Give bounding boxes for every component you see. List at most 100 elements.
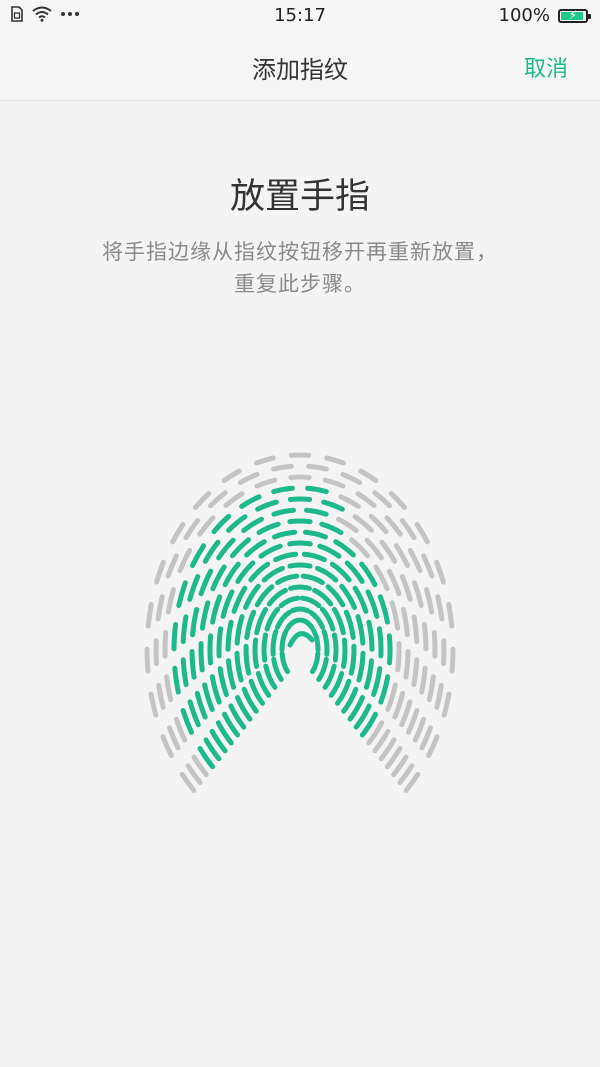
fingerprint-ridge xyxy=(419,725,433,751)
fingerprint-ridge xyxy=(165,553,179,579)
fingerprint-ridge xyxy=(287,562,313,569)
fingerprint-ridge xyxy=(145,602,154,629)
fingerprint-ridge xyxy=(252,637,259,669)
fingerprint-ridge xyxy=(341,637,348,669)
fingerprint-ridge xyxy=(385,682,398,712)
fingerprint-ridge xyxy=(237,471,260,485)
fingerprint-ridge xyxy=(434,682,444,710)
fingerprint-ridge xyxy=(285,617,302,631)
fingerprint-ridge xyxy=(148,691,159,718)
fingerprint-ridge xyxy=(254,477,278,489)
fingerprint-ridge xyxy=(190,607,200,638)
fingerprint-ridge xyxy=(271,485,295,495)
fingerprint-ridge xyxy=(389,600,401,631)
fingerprint-ridge xyxy=(302,529,328,540)
fingerprint-ridge xyxy=(343,609,356,640)
fingerprint-ridge xyxy=(366,619,375,652)
fingerprint-ridge xyxy=(183,518,201,541)
fingerprint-ridge xyxy=(322,477,346,489)
fingerprint-ridge xyxy=(441,691,452,718)
fingerprint-ridge xyxy=(162,630,169,659)
fingerprint-ridge xyxy=(272,529,298,540)
fingerprint-ridge xyxy=(244,609,257,640)
fingerprint-ridge xyxy=(164,674,174,703)
fingerprint-ridge xyxy=(254,607,269,636)
fingerprint-ridge xyxy=(255,499,279,512)
fingerprint-ridge xyxy=(403,771,421,793)
fingerprint-ridge xyxy=(298,617,315,631)
fingerprint-ridge xyxy=(419,665,428,695)
fingerprint-ridge xyxy=(171,622,179,652)
fingerprint-ridge xyxy=(270,629,279,657)
fingerprint-ridge xyxy=(426,674,436,703)
fingerprint-ridge xyxy=(426,734,440,759)
fingerprint-ridge xyxy=(399,518,417,541)
fingerprint-ridge xyxy=(363,658,374,690)
fingerprint-ridge xyxy=(241,516,264,534)
fingerprint-ridge xyxy=(202,539,221,564)
fingerprint-ridge xyxy=(356,650,366,683)
fingerprint-ridge xyxy=(198,568,214,597)
fingerprint-ridge xyxy=(332,632,339,663)
fingerprint-ridge xyxy=(160,734,174,759)
fingerprint-ridge xyxy=(355,491,377,508)
fingerprint-ridge xyxy=(144,646,151,674)
fingerprint-core xyxy=(287,631,315,648)
fingerprint-ridge xyxy=(287,540,313,547)
fingerprint-ridge xyxy=(278,595,301,609)
cancel-button[interactable]: 取消 xyxy=(524,51,568,83)
fingerprint-ridge xyxy=(301,551,327,563)
fingerprint-ridge xyxy=(393,543,410,568)
fingerprint-ridge xyxy=(154,559,166,585)
fingerprint-ridge xyxy=(400,607,410,638)
title-bar: 添加指纹 取消 xyxy=(0,32,600,101)
fingerprint-ridge xyxy=(189,649,197,680)
fingerprint-ridge xyxy=(254,455,276,466)
fingerprint-ridge xyxy=(306,463,329,472)
fingerprint-ridge xyxy=(180,614,189,645)
fingerprint-ridge xyxy=(365,589,380,619)
fingerprint-ridge xyxy=(386,568,402,597)
fingerprint-ridge xyxy=(397,763,415,785)
fingerprint-ridge xyxy=(273,551,299,563)
fingerprint-ridge xyxy=(384,515,403,537)
fingerprint-ridge xyxy=(167,725,181,751)
fingerprint-icon[interactable] xyxy=(140,440,460,840)
fingerprint-ridge xyxy=(271,656,284,682)
fingerprint-ridge xyxy=(172,665,181,695)
fingerprint-ridge xyxy=(424,587,435,615)
fingerprint-ridge xyxy=(279,628,289,653)
fingerprint-ridge xyxy=(225,619,234,652)
fingerprint-ridge xyxy=(221,468,242,484)
fingerprint-ridge xyxy=(202,682,215,712)
fingerprint-ridge xyxy=(207,633,214,666)
fingerprint-ridge xyxy=(197,515,216,537)
fingerprint-ridge xyxy=(193,491,212,510)
fingerprint-ridge xyxy=(373,564,390,592)
add-fingerprint-screen: 15:17 100% ⚡ 添加指纹 取消 放置手指 将手指边缘从指纹按钮移开再重… xyxy=(0,0,600,1067)
fingerprint-ridge xyxy=(155,594,165,622)
fingerprint-ridge xyxy=(271,507,296,517)
battery-charging-icon: ⚡ xyxy=(558,8,591,23)
fingerprint-ridge xyxy=(321,499,345,512)
fingerprint-ridge xyxy=(287,496,313,502)
fingerprint-ridge xyxy=(223,491,245,508)
fingerprint-ridge xyxy=(399,574,413,602)
fingerprint-ridge xyxy=(275,573,300,586)
fingerprint-ridge xyxy=(392,690,406,720)
fingerprint-ridge xyxy=(305,485,329,495)
fingerprint-ridge xyxy=(315,565,339,583)
fingerprint-ridge xyxy=(261,565,285,583)
fingerprint-ridge xyxy=(431,630,438,659)
fingerprint-ridge xyxy=(226,658,237,690)
fingerprint-ridge xyxy=(316,656,329,682)
fingerprint-ridge xyxy=(208,490,228,509)
fingerprint-ridge xyxy=(271,463,294,472)
fingerprint-ridge xyxy=(376,626,384,659)
fingerprint-ridge xyxy=(446,602,455,629)
fingerprint-ridge xyxy=(411,614,420,645)
fingerprint-ridge xyxy=(179,771,197,793)
fingerprint-ridge xyxy=(243,643,252,676)
fingerprint-ridge xyxy=(372,490,392,509)
fingerprint-ridge xyxy=(377,594,390,625)
